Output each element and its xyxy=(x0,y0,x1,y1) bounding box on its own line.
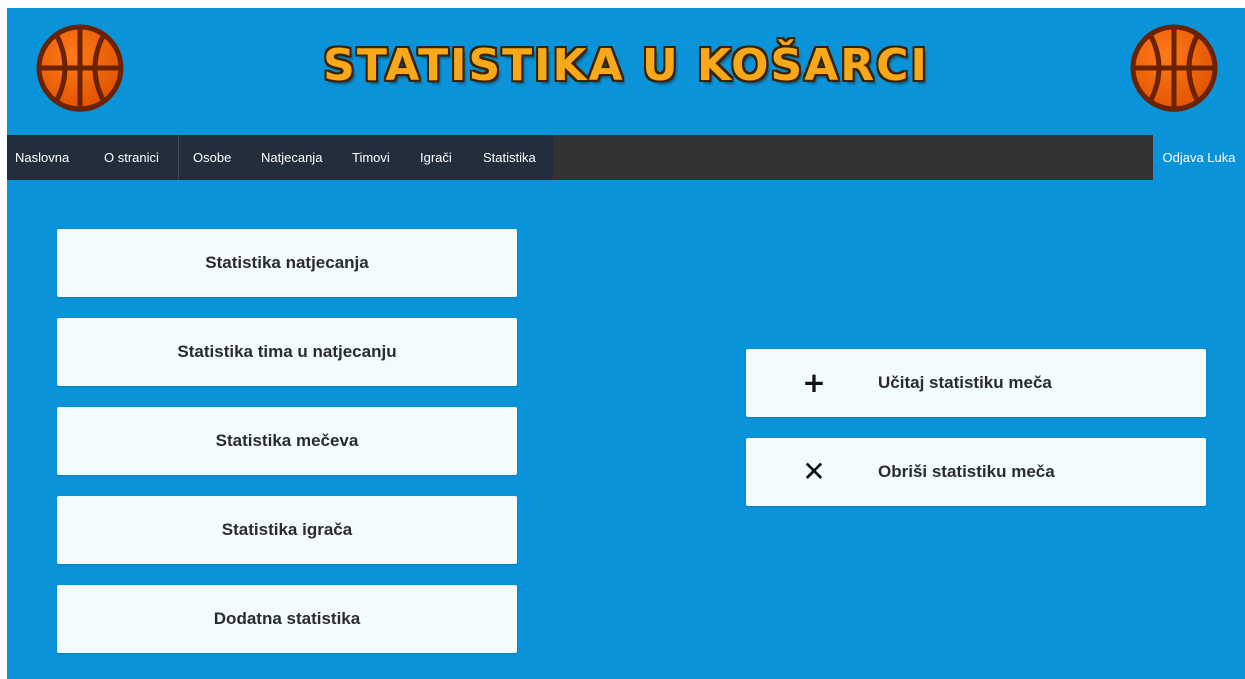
nav-item-o-stranici[interactable]: O stranici xyxy=(104,135,159,180)
nav-item-statistika[interactable]: Statistika xyxy=(483,135,536,180)
plus-icon: + xyxy=(802,366,826,399)
nav-item-natjecanja[interactable]: Natjecanja xyxy=(261,135,322,180)
main-navbar: Naslovna O stranici Osobe Natjecanja Tim… xyxy=(7,135,1245,180)
load-match-stats-label: Učitaj statistiku meča xyxy=(878,373,1052,392)
nav-item-igraci[interactable]: Igrači xyxy=(420,135,452,180)
load-match-stats-button[interactable]: + Učitaj statistiku meča xyxy=(746,349,1206,417)
player-stats-button[interactable]: Statistika igrača xyxy=(57,496,517,564)
site-title: STATISTIKA U KOŠARCI xyxy=(323,40,929,91)
delete-match-stats-label: Obriši statistiku meča xyxy=(878,462,1055,481)
additional-stats-button[interactable]: Dodatna statistika xyxy=(57,585,517,653)
nav-item-timovi[interactable]: Timovi xyxy=(352,135,390,180)
delete-match-stats-button[interactable]: ✕ Obriši statistiku meča xyxy=(746,438,1206,506)
nav-divider xyxy=(178,135,179,180)
nav-item-naslovna[interactable]: Naslovna xyxy=(15,135,69,180)
nav-item-osobe[interactable]: Osobe xyxy=(193,135,231,180)
match-stats-button[interactable]: Statistika mečeva xyxy=(57,407,517,475)
competition-stats-button[interactable]: Statistika natjecanja xyxy=(57,229,517,297)
logout-link[interactable]: Odjava Luka xyxy=(1153,135,1245,180)
basketball-icon xyxy=(1130,24,1218,112)
page: STATISTIKA U KOŠARCI Naslovna O stranici… xyxy=(7,8,1245,679)
site-header: STATISTIKA U KOŠARCI xyxy=(7,8,1245,135)
close-icon: ✕ xyxy=(802,455,826,488)
team-in-competition-stats-button[interactable]: Statistika tima u natjecanju xyxy=(57,318,517,386)
